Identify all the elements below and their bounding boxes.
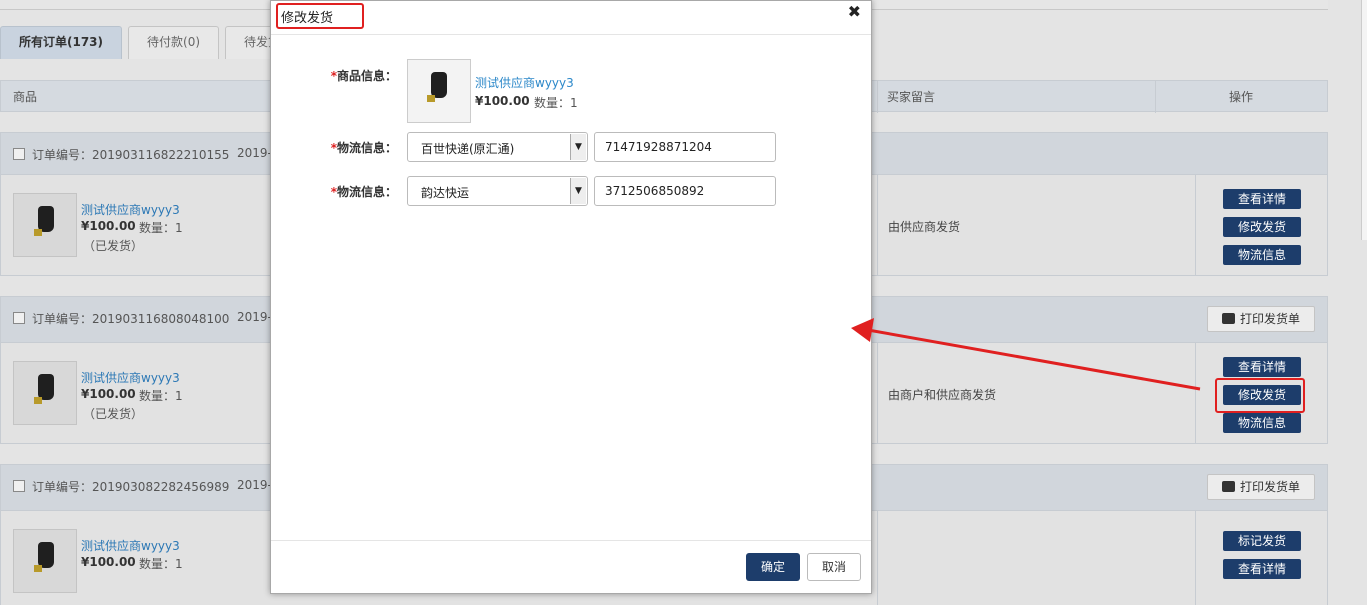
order-checkbox[interactable] bbox=[13, 312, 25, 324]
printer-icon bbox=[1221, 313, 1235, 324]
mark-shipped-button[interactable]: 标记发货 bbox=[1223, 531, 1301, 551]
order-date: 2019- bbox=[237, 146, 272, 160]
order-date: 2019- bbox=[237, 478, 272, 492]
product-quantity: 数量：1 bbox=[139, 221, 183, 235]
product-name-link[interactable]: 测试供应商wyyy3 bbox=[81, 201, 180, 218]
product-price: ¥100.00 bbox=[81, 555, 136, 569]
product-price: ¥100.00 bbox=[81, 219, 136, 233]
product-name-link[interactable]: 测试供应商wyyy3 bbox=[81, 369, 180, 386]
order-number: 订单编号：201903082282456989 bbox=[32, 480, 230, 494]
dialog-footer: 确定 取消 bbox=[271, 540, 871, 594]
column-divider bbox=[877, 511, 878, 605]
product-thumbnail[interactable] bbox=[13, 361, 77, 425]
product-price: ¥100.00 bbox=[81, 387, 136, 401]
shipping-status: （已发货） bbox=[83, 239, 144, 253]
product-quantity: 数量：1 bbox=[139, 557, 183, 571]
logistics-info-button[interactable]: 物流信息 bbox=[1223, 245, 1301, 265]
order-checkbox[interactable] bbox=[13, 148, 25, 160]
print-invoice-label: 打印发货单 bbox=[1239, 312, 1300, 326]
tracking-number-input[interactable]: 71471928871204 bbox=[594, 132, 776, 162]
dropdown-arrow-icon[interactable]: ▼ bbox=[570, 178, 586, 204]
bag-tag-icon bbox=[427, 95, 435, 102]
print-invoice-button[interactable]: 打印发货单 bbox=[1207, 306, 1315, 332]
shipping-status: （已发货） bbox=[83, 407, 144, 421]
order-number: 订单编号：201903116822210155 bbox=[32, 148, 230, 162]
order-number: 订单编号：201903116808048100 bbox=[32, 312, 230, 326]
buyer-remark: 由商户和供应商发货 bbox=[888, 388, 997, 402]
order-date: 2019- bbox=[237, 310, 272, 324]
product-thumbnail[interactable] bbox=[13, 193, 77, 257]
product-thumbnail[interactable] bbox=[13, 529, 77, 593]
modify-shipment-dialog: 修改发货 ✖ *商品信息： 测试供应商wyyy3 ¥100.00 数量：1 *物… bbox=[270, 0, 872, 594]
scrollbar[interactable] bbox=[1361, 0, 1367, 240]
dialog-product-price: ¥100.00 bbox=[475, 94, 530, 108]
column-divider bbox=[877, 175, 878, 275]
annotation-box-title bbox=[276, 3, 364, 29]
column-product: 商品 bbox=[13, 90, 38, 104]
annotation-box-button bbox=[1215, 378, 1305, 413]
column-divider bbox=[1155, 81, 1156, 113]
product-name-link[interactable]: 测试供应商wyyy3 bbox=[81, 537, 180, 554]
confirm-button[interactable]: 确定 bbox=[746, 553, 800, 581]
buyer-remark: 由供应商发货 bbox=[888, 220, 961, 234]
print-invoice-label: 打印发货单 bbox=[1239, 480, 1300, 494]
product-quantity: 数量：1 bbox=[139, 389, 183, 403]
tracking-number-input[interactable]: 3712506850892 bbox=[594, 176, 776, 206]
modify-shipment-button[interactable]: 修改发货 bbox=[1223, 217, 1301, 237]
column-buyer-note: 买家留言 bbox=[887, 90, 936, 104]
logistics-info-label: *物流信息： bbox=[330, 185, 397, 199]
view-details-button[interactable]: 查看详情 bbox=[1223, 559, 1301, 579]
order-checkbox[interactable] bbox=[13, 480, 25, 492]
dialog-product-thumbnail bbox=[407, 59, 471, 123]
carrier-select-value: 百世快递(原汇通) bbox=[421, 142, 515, 156]
tab-all-orders[interactable]: 所有订单(173) bbox=[0, 26, 123, 59]
dialog-product-name-link[interactable]: 测试供应商wyyy3 bbox=[475, 74, 574, 91]
product-info-label: *商品信息： bbox=[330, 69, 397, 83]
bag-tag-icon bbox=[34, 397, 42, 404]
column-divider bbox=[1195, 511, 1196, 605]
column-divider bbox=[1195, 343, 1196, 443]
dialog-product-quantity: 数量：1 bbox=[534, 96, 578, 110]
logistics-info-label: *物流信息： bbox=[330, 141, 397, 155]
close-icon[interactable]: ✖ bbox=[848, 2, 861, 21]
column-divider bbox=[877, 343, 878, 443]
order-tabs: 所有订单(173) 待付款(0) 待发货 bbox=[0, 26, 305, 59]
column-divider bbox=[877, 81, 878, 113]
bag-tag-icon bbox=[34, 565, 42, 572]
cancel-button[interactable]: 取消 bbox=[807, 553, 861, 581]
carrier-select-value: 韵达快运 bbox=[421, 186, 470, 200]
dropdown-arrow-icon[interactable]: ▼ bbox=[570, 134, 586, 160]
logistics-info-button[interactable]: 物流信息 bbox=[1223, 413, 1301, 433]
carrier-select[interactable]: 百世快递(原汇通) ▼ bbox=[407, 132, 588, 162]
column-divider bbox=[1195, 175, 1196, 275]
view-details-button[interactable]: 查看详情 bbox=[1223, 189, 1301, 209]
column-operation: 操作 bbox=[1229, 90, 1254, 104]
print-invoice-button[interactable]: 打印发货单 bbox=[1207, 474, 1315, 500]
carrier-select[interactable]: 韵达快运 ▼ bbox=[407, 176, 588, 206]
tab-pending-payment[interactable]: 待付款(0) bbox=[128, 26, 220, 59]
printer-icon bbox=[1221, 481, 1235, 492]
bag-tag-icon bbox=[34, 229, 42, 236]
view-details-button[interactable]: 查看详情 bbox=[1223, 357, 1301, 377]
